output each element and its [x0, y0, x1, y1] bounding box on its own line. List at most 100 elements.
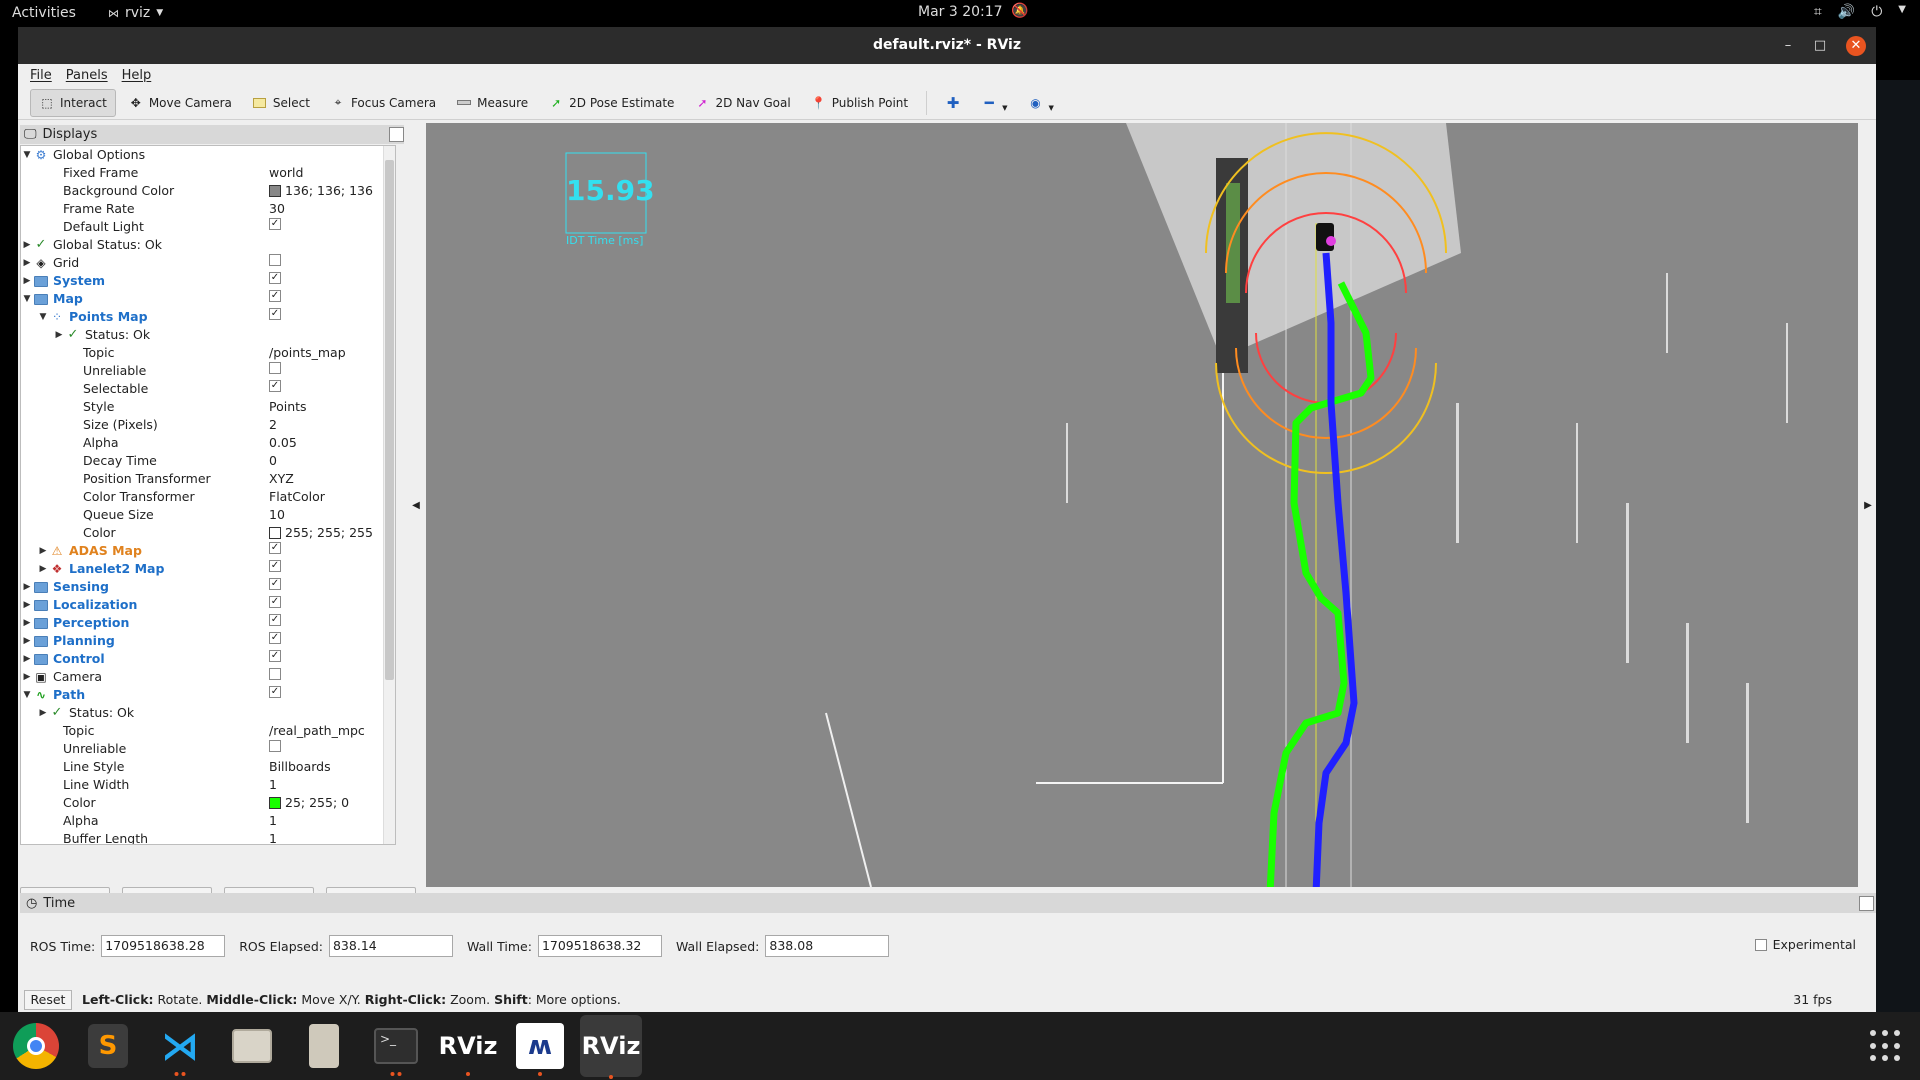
tree-row-decay-time[interactable]: Decay Time 0 [21, 452, 395, 470]
tree-row-points-map[interactable]: ▼ ⁘ Points Map ✓ [21, 308, 395, 326]
window-titlebar[interactable]: default.rviz* - RViz – □ ✕ [18, 27, 1876, 64]
tool-properties-button[interactable]: ◉ ▼ [1019, 89, 1061, 117]
property-value[interactable]: FlatColor [269, 488, 325, 506]
property-value[interactable]: 1 [269, 830, 277, 844]
tree-row-buffer-length[interactable]: Buffer Length 1 [21, 830, 395, 844]
system-tray[interactable]: ⌗ 🔊 ⏻ ▼ [1814, 4, 1906, 20]
tree-row-path-unreliable[interactable]: Unreliable [21, 740, 395, 758]
tree-row-default-light[interactable]: Default Light ✓ [21, 218, 395, 236]
property-value[interactable]: 10 [269, 506, 285, 524]
tree-row-planning[interactable]: ▶ Planning ✓ [21, 632, 395, 650]
collapsed-arrow-icon[interactable]: ▶ [21, 632, 33, 650]
expanded-arrow-icon[interactable]: ▼ [37, 308, 49, 326]
checkbox-unchecked[interactable] [269, 254, 281, 266]
property-value[interactable]: /points_map [269, 344, 346, 362]
tree-row-line-style[interactable]: Line Style Billboards [21, 758, 395, 776]
menu-help[interactable]: Help [122, 68, 152, 83]
collapsed-arrow-icon[interactable]: ▶ [21, 254, 33, 272]
undock-button[interactable] [389, 127, 404, 142]
activities-button[interactable]: Activities [12, 5, 76, 21]
tree-row-style[interactable]: Style Points [21, 398, 395, 416]
tree-row-fixed-frame[interactable]: Fixed Frame world [21, 164, 395, 182]
checkbox-checked[interactable]: ✓ [269, 560, 281, 572]
tree-row-frame-rate[interactable]: Frame Rate 30 [21, 200, 395, 218]
property-value[interactable]: 255; 255; 255 [285, 524, 373, 542]
focus-camera-tool[interactable]: ⌖ Focus Camera [322, 89, 444, 117]
tree-row-color[interactable]: Color 255; 255; 255 [21, 524, 395, 542]
dock-sublime[interactable]: S [80, 1018, 136, 1074]
dock-terminal[interactable]: >_ [368, 1018, 424, 1076]
collapse-left-dock-handle[interactable]: ◀ [408, 123, 424, 887]
tree-row-path-topic[interactable]: Topic/real_path_mpc [21, 722, 395, 740]
wall-elapsed-field[interactable]: 838.08 [765, 935, 890, 957]
checkbox-unchecked[interactable] [269, 740, 281, 752]
checkbox-checked[interactable]: ✓ [269, 632, 281, 644]
tree-row-line-width[interactable]: Line Width 1 [21, 776, 395, 794]
property-value[interactable]: 136; 136; 136 [285, 182, 373, 200]
checkbox-checked[interactable]: ✓ [269, 542, 281, 554]
collapsed-arrow-icon[interactable]: ▶ [37, 704, 49, 722]
ros-elapsed-field[interactable]: 838.14 [328, 935, 453, 957]
tree-row-grid[interactable]: ▶ ◈ Grid [21, 254, 395, 272]
expanded-arrow-icon[interactable]: ▼ [21, 686, 33, 704]
checkbox-checked[interactable]: ✓ [269, 380, 281, 392]
reset-button[interactable]: Reset [24, 989, 72, 1010]
measure-tool[interactable]: Measure [448, 89, 536, 117]
experimental-checkbox[interactable]: Experimental [1754, 937, 1856, 952]
collapsed-arrow-icon[interactable]: ▶ [21, 668, 33, 686]
collapsed-arrow-icon[interactable]: ▶ [21, 614, 33, 632]
tree-row-control[interactable]: ▶ Control ✓ [21, 650, 395, 668]
collapsed-arrow-icon[interactable]: ▶ [21, 236, 33, 254]
checkbox-checked[interactable]: ✓ [269, 290, 281, 302]
property-value[interactable]: 25; 255; 0 [285, 794, 349, 812]
undock-button[interactable] [1859, 896, 1874, 911]
show-applications-icon[interactable] [1870, 1030, 1902, 1062]
tree-row-queue-size[interactable]: Queue Size 10 [21, 506, 395, 524]
tree-row-selectable[interactable]: Selectable ✓ [21, 380, 395, 398]
tree-row-unreliable[interactable]: Unreliable [21, 362, 395, 380]
collapsed-arrow-icon[interactable]: ▶ [21, 578, 33, 596]
tree-row-topic[interactable]: Topic/points_map [21, 344, 395, 362]
property-value[interactable]: 0.05 [269, 434, 297, 452]
tree-row-adas-map[interactable]: ▶ ⚠ ADAS Map ✓ [21, 542, 395, 560]
checkbox-checked[interactable]: ✓ [269, 596, 281, 608]
nav-goal-tool[interactable]: ➚ 2D Nav Goal [686, 89, 798, 117]
tree-row-path-color[interactable]: Color 25; 255; 0 [21, 794, 395, 812]
scrollbar-thumb[interactable] [385, 160, 394, 680]
interact-tool[interactable]: ⬚ Interact [30, 88, 116, 117]
tree-row-size-pixels[interactable]: Size (Pixels) 2 [21, 416, 395, 434]
dock-rviz[interactable]: RViz [439, 1018, 497, 1076]
tree-row-sensing[interactable]: ▶ Sensing ✓ [21, 578, 395, 596]
publish-point-tool[interactable]: 📍 Publish Point [803, 89, 916, 117]
app-menu[interactable]: ⋈ rviz ▼ [108, 5, 163, 21]
property-value[interactable]: 2 [269, 416, 277, 434]
dock-vscode[interactable]: ⋊ [152, 1018, 208, 1076]
clock[interactable]: Mar 3 20:17 [918, 4, 1003, 20]
close-button[interactable]: ✕ [1846, 36, 1866, 56]
tree-row-points-status[interactable]: ▶ ✓ Status: Ok [21, 326, 395, 344]
property-value[interactable]: 1 [269, 776, 277, 794]
render-3d-view[interactable]: 15.93 IDT Time [ms] [426, 123, 1858, 887]
move-camera-tool[interactable]: ✥ Move Camera [120, 89, 240, 117]
collapsed-arrow-icon[interactable]: ▶ [21, 650, 33, 668]
remove-tool-button[interactable]: ━ ▼ [973, 89, 1015, 117]
tree-row-path-status[interactable]: ▶ ✓ Status: Ok [21, 704, 395, 722]
tree-row-background-color[interactable]: Background Color 136; 136; 136 [21, 182, 395, 200]
tree-row-lanelet2-map[interactable]: ▶ ❖ Lanelet2 Map ✓ [21, 560, 395, 578]
property-value[interactable]: 0 [269, 452, 277, 470]
property-value[interactable]: XYZ [269, 470, 294, 488]
tree-row-alpha[interactable]: Alpha 0.05 [21, 434, 395, 452]
time-panel-title[interactable]: ◷ Time [20, 893, 1876, 913]
property-value[interactable]: world [269, 164, 303, 182]
collapsed-arrow-icon[interactable]: ▶ [37, 542, 49, 560]
checkbox-checked[interactable]: ✓ [269, 614, 281, 626]
dock-archive-manager[interactable] [296, 1018, 352, 1074]
tree-row-camera[interactable]: ▶ ▣ Camera [21, 668, 395, 686]
checkbox-checked[interactable]: ✓ [269, 650, 281, 662]
tree-row-system[interactable]: ▶ System ✓ [21, 272, 395, 290]
collapsed-arrow-icon[interactable]: ▶ [37, 560, 49, 578]
checkbox-checked[interactable]: ✓ [269, 578, 281, 590]
checkbox-checked[interactable]: ✓ [269, 272, 281, 284]
displays-tree[interactable]: ▼ ⚙ Global Options Fixed Frame world Backgr… [20, 145, 396, 845]
ros-time-field[interactable]: 1709518638.28 [101, 935, 226, 957]
